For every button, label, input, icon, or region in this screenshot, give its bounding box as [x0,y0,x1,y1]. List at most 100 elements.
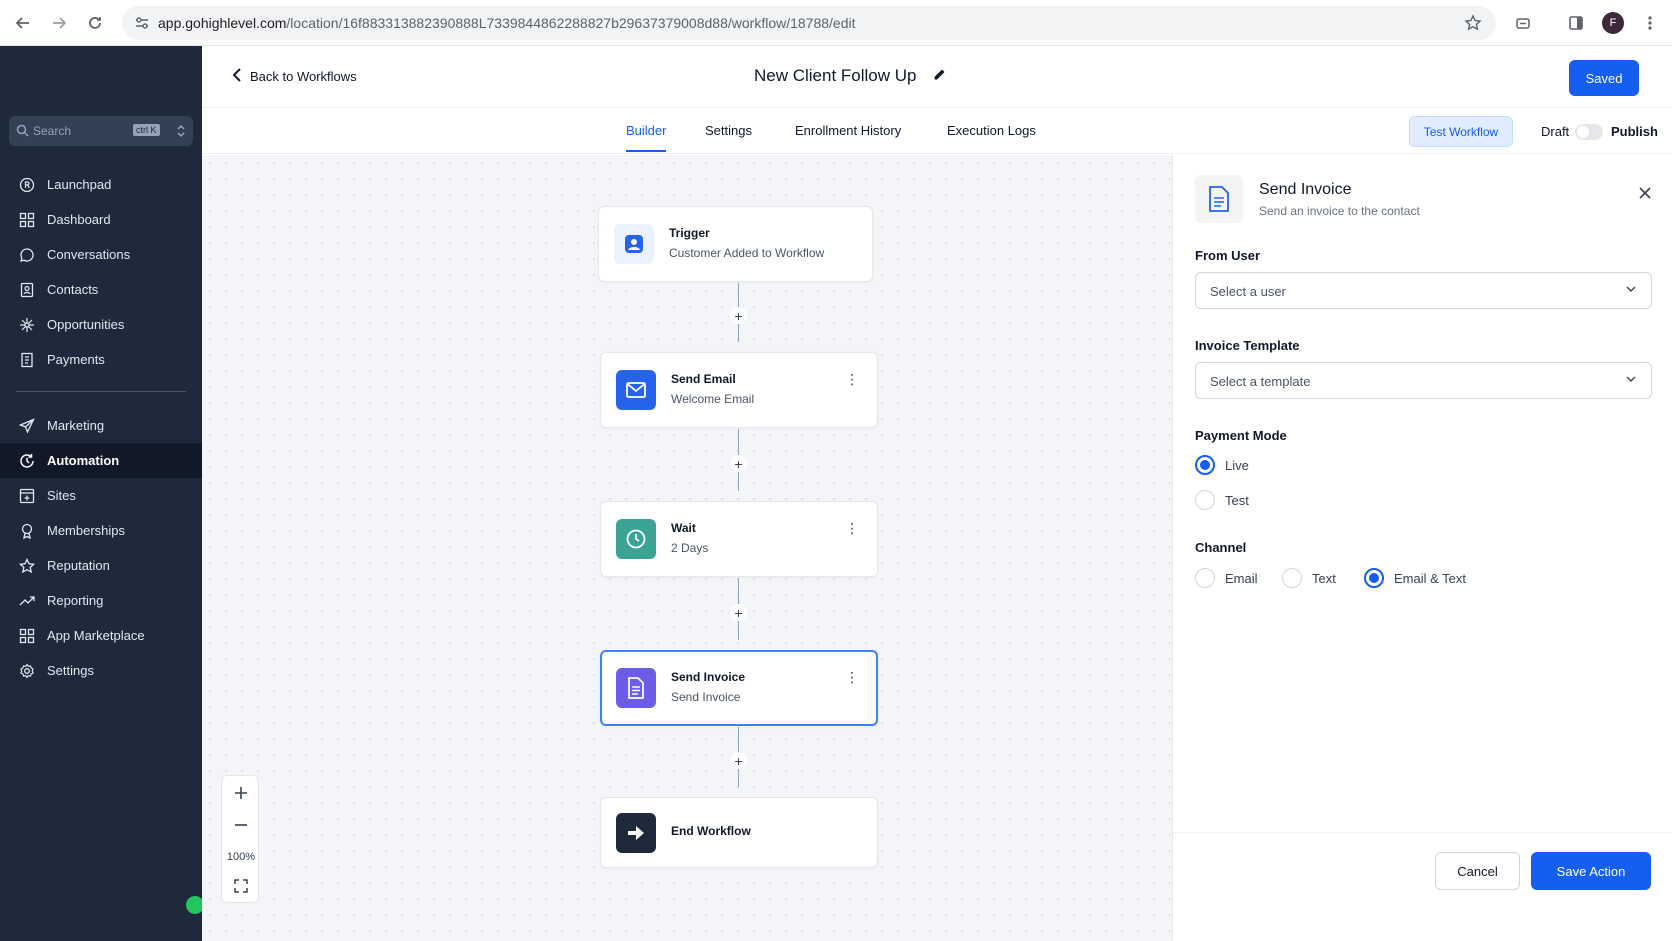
chevron-left-icon [232,68,242,85]
sidebar-item-label: Launchpad [47,177,112,192]
tab-enrollment-history[interactable]: Enrollment History [795,123,901,138]
node-subtitle: 2 Days [671,541,709,555]
tab-execution-logs[interactable]: Execution Logs [947,123,1036,138]
invoice-icon [1195,175,1243,223]
save-action-button[interactable]: Save Action [1531,852,1651,890]
channel-email-radio[interactable]: Email [1195,568,1258,588]
wait-node[interactable]: Wait 2 Days ⋮ [600,501,878,577]
radio-label: Text [1312,570,1336,586]
sidebar-item-contacts[interactable]: Contacts [0,272,202,307]
publish-label: Publish [1611,124,1658,139]
test-workflow-button[interactable]: Test Workflow [1409,116,1513,147]
sidebar-item-dashboard[interactable]: Dashboard [0,202,202,237]
node-title: Send Invoice [671,670,746,684]
node-subtitle: Welcome Email [671,392,755,406]
sidebar-item-label: Memberships [47,523,126,538]
sidebar-item-reputation[interactable]: Reputation [0,548,202,583]
bookmark-star-icon[interactable] [1464,14,1482,35]
sidebar-item-sites[interactable]: Sites [0,478,202,513]
tab-settings[interactable]: Settings [705,123,752,138]
radio-unselected-icon [1195,490,1215,510]
chat-bubble-icon [18,246,36,264]
site-settings-icon[interactable] [134,15,150,34]
url-host: app.gohighlevel.com [158,15,287,31]
apps-icon [18,627,36,645]
from-user-label: From User [1195,248,1261,263]
zoom-in-icon[interactable] [222,779,260,807]
radio-unselected-icon [1195,568,1215,588]
payment-mode-live-radio[interactable]: Live [1195,455,1249,475]
address-bar[interactable]: app.gohighlevel.com/location/16f88331388… [122,6,1496,40]
edit-pencil-icon[interactable] [933,66,946,86]
add-step-button[interactable]: + [730,752,747,769]
node-menu-icon[interactable]: ⋮ [845,372,859,386]
from-user-select[interactable]: Select a user [1195,272,1652,309]
chevron-down-icon [1625,283,1637,298]
tab-builder[interactable]: Builder [626,123,666,138]
node-menu-icon[interactable]: ⋮ [845,670,859,684]
side-panel-icon[interactable] [1564,11,1588,35]
send-invoice-node[interactable]: Send Invoice Send Invoice ⋮ [600,650,878,726]
extension-icon[interactable] [1511,11,1535,35]
expand-collapse-icon[interactable] [177,124,185,141]
profile-avatar[interactable]: F [1602,12,1624,34]
invoice-template-select[interactable]: Select a template [1195,362,1652,399]
sidebar-item-app-marketplace[interactable]: App Marketplace [0,618,202,653]
star-icon [18,557,36,575]
receipt-icon [18,351,36,369]
cancel-button[interactable]: Cancel [1435,852,1520,890]
back-arrow-icon[interactable] [11,11,35,35]
sidebar-item-payments[interactable]: Payments [0,342,202,377]
sidebar-item-label: Contacts [47,282,99,297]
add-step-button[interactable]: + [730,307,747,324]
add-step-button[interactable]: + [730,455,747,472]
trigger-node[interactable]: Trigger Customer Added to Workflow [598,206,873,282]
sidebar-item-automation[interactable]: Automation [0,443,202,478]
send-email-node[interactable]: Send Email Welcome Email ⋮ [600,352,878,428]
sidebar-item-settings[interactable]: Settings [0,653,202,688]
node-menu-icon[interactable]: ⋮ [845,521,859,535]
panel-subtitle: Send an invoice to the contact [1259,204,1420,218]
forward-arrow-icon[interactable] [47,11,71,35]
radio-label: Live [1225,457,1249,473]
grid-icon [18,211,36,229]
channel-email-text-radio[interactable]: Email & Text [1364,568,1466,588]
node-subtitle: Customer Added to Workflow [669,246,825,260]
sidebar-item-conversations[interactable]: Conversations [0,237,202,272]
fit-view-icon[interactable] [222,872,260,900]
node-title: Send Email [671,372,736,386]
channel-text-radio[interactable]: Text [1282,568,1336,588]
saved-button[interactable]: Saved [1569,60,1639,96]
node-title: End Workflow [671,824,751,838]
sidebar-item-marketing[interactable]: Marketing [0,408,202,443]
sidebar-item-reporting[interactable]: Reporting [0,583,202,618]
trend-icon [18,592,36,610]
node-title: Trigger [669,226,710,240]
radio-selected-icon [1195,455,1215,475]
publish-toggle[interactable] [1575,124,1603,140]
sidebar-item-label: Opportunities [47,317,125,332]
search-icon [16,124,29,140]
back-label: Back to Workflows [250,69,357,84]
end-workflow-node[interactable]: End Workflow [600,797,878,868]
back-to-workflows-link[interactable]: Back to Workflows [232,68,357,85]
select-value: Select a template [1210,374,1311,389]
payment-mode-test-radio[interactable]: Test [1195,490,1249,510]
sidebar-item-opportunities[interactable]: Opportunities [0,307,202,342]
page-header: Back to Workflows New Client Follow Up S… [202,46,1672,108]
zoom-out-icon[interactable] [222,811,260,839]
exit-arrow-icon [616,813,656,853]
mail-icon [616,370,656,410]
workflow-title: New Client Follow Up [754,66,946,86]
sidebar-item-memberships[interactable]: Memberships [0,513,202,548]
tab-bar: Builder Settings Enrollment History Exec… [202,108,1672,154]
workflow-canvas[interactable]: Trigger Customer Added to Workflow + Sen… [202,155,1172,941]
search-input[interactable]: Search ctrl K [9,116,193,146]
chevron-down-icon [1625,373,1637,388]
close-icon[interactable] [1639,183,1651,204]
payment-mode-label: Payment Mode [1195,428,1287,443]
add-step-button[interactable]: + [730,604,747,621]
reload-icon[interactable] [83,11,107,35]
more-menu-icon[interactable] [1638,11,1662,35]
sidebar-item-launchpad[interactable]: Launchpad [0,167,202,202]
